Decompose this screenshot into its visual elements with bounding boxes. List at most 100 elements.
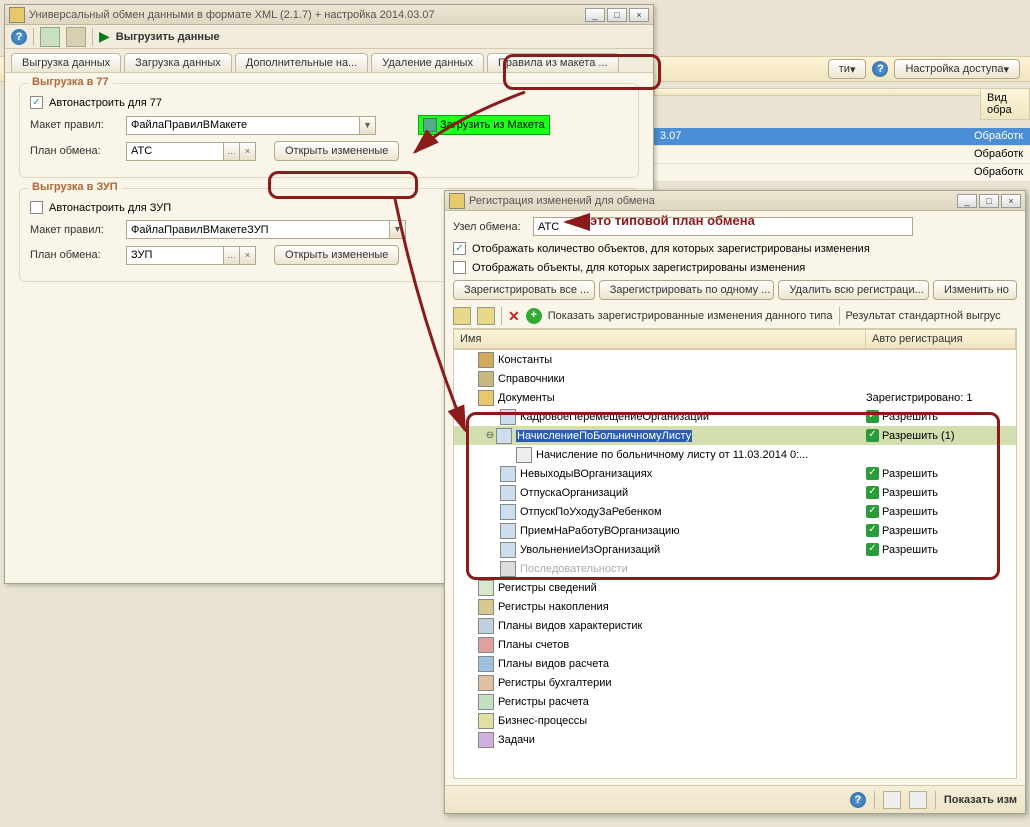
- tree-row[interactable]: Константы: [454, 350, 1016, 369]
- bg-col-header2: Вид обра: [980, 88, 1030, 120]
- minimize-button[interactable]: _: [585, 8, 605, 22]
- tree-row[interactable]: КадровоеПеремещениеОрганизаций✓Разрешить: [454, 407, 1016, 426]
- maket-select[interactable]: ФайлаПравилВМакетеЗУП: [126, 220, 390, 239]
- tab-import[interactable]: Загрузка данных: [124, 53, 232, 72]
- tree-row[interactable]: ДокументыЗарегистрировано: 1: [454, 388, 1016, 407]
- bg-row[interactable]: Обработк: [654, 164, 1030, 182]
- play-icon[interactable]: ▶: [99, 28, 110, 45]
- plan-input[interactable]: АТС: [126, 142, 224, 161]
- separator: [839, 307, 840, 325]
- tree-row[interactable]: Задачи: [454, 730, 1016, 749]
- tab-export[interactable]: Выгрузка данных: [11, 53, 121, 72]
- dropdown-icon[interactable]: ▼: [360, 116, 376, 135]
- minimize-button[interactable]: _: [957, 194, 977, 208]
- check-icon: ✓: [866, 429, 879, 442]
- collapse-icon[interactable]: ⊖: [484, 430, 496, 441]
- titlebar[interactable]: Регистрация изменений для обмена _ □ ×: [445, 191, 1025, 211]
- close-button[interactable]: ×: [629, 8, 649, 22]
- node-label: Узел обмена:: [453, 221, 527, 233]
- close-button[interactable]: ×: [1001, 194, 1021, 208]
- tree-row[interactable]: УвольнениеИзОрганизаций✓Разрешить: [454, 540, 1016, 559]
- register-all-button[interactable]: Зарегистрировать все ...: [453, 280, 595, 300]
- calc-reg-icon: [478, 694, 494, 710]
- tree-row[interactable]: Планы счетов: [454, 635, 1016, 654]
- tree-row[interactable]: Справочники: [454, 369, 1016, 388]
- tree-row[interactable]: ПриемНаРаботуВОрганизацию✓Разрешить: [454, 521, 1016, 540]
- titlebar[interactable]: Универсальный обмен данными в формате XM…: [5, 5, 653, 25]
- help-icon[interactable]: ?: [872, 61, 888, 77]
- check-icon: ✓: [866, 505, 879, 518]
- constants-icon: [478, 352, 494, 368]
- window-registration: Регистрация изменений для обмена _ □ × У…: [444, 190, 1026, 814]
- tree-row[interactable]: ОтпускаОрганизаций✓Разрешить: [454, 483, 1016, 502]
- tree[interactable]: Константы Справочники ДокументыЗарегистр…: [453, 349, 1017, 779]
- footer-icon[interactable]: [909, 791, 927, 809]
- dropdown-icon[interactable]: ▼: [390, 220, 406, 239]
- add-icon[interactable]: +: [526, 308, 542, 324]
- help-icon[interactable]: ?: [11, 29, 27, 45]
- toolbar-icon[interactable]: [40, 27, 60, 47]
- open-changed-button[interactable]: Открыть измененые: [274, 141, 399, 161]
- select-icon[interactable]: …: [224, 246, 240, 265]
- checkbox-auto77[interactable]: ✓: [30, 96, 43, 109]
- change-no-button[interactable]: Изменить но: [933, 280, 1017, 300]
- show-registered-link[interactable]: Показать зарегистрированные изменения да…: [548, 310, 833, 322]
- maximize-button[interactable]: □: [607, 8, 627, 22]
- toolbar2: ✕ + Показать зарегистрированные изменени…: [453, 304, 1017, 329]
- tree-row[interactable]: Бизнес-процессы: [454, 711, 1016, 730]
- tab-delete[interactable]: Удаление данных: [371, 53, 484, 72]
- load-from-maket-button[interactable]: Загрузить из Макета: [418, 115, 550, 135]
- seq-icon: [500, 561, 516, 577]
- check-icon: ✓: [866, 410, 879, 423]
- clear-icon[interactable]: ×: [240, 142, 256, 161]
- export-button[interactable]: Выгрузить данные: [116, 31, 220, 43]
- tree-row[interactable]: Планы видов расчета: [454, 654, 1016, 673]
- tree-row[interactable]: Последовательности: [454, 559, 1016, 578]
- tree-row[interactable]: ОтпускПоУходуЗаРебенком✓Разрешить: [454, 502, 1016, 521]
- open-changed-button[interactable]: Открыть измененые: [274, 245, 399, 265]
- result-link[interactable]: Результат стандартной выгрус: [846, 310, 1001, 322]
- maket-select[interactable]: ФайлаПравилВМакете: [126, 116, 360, 135]
- show-changes-button[interactable]: Показать изм: [944, 794, 1017, 806]
- tree-row[interactable]: Регистры бухгалтерии: [454, 673, 1016, 692]
- tree-row[interactable]: Регистры накопления: [454, 597, 1016, 616]
- tree-row[interactable]: Регистры расчета: [454, 692, 1016, 711]
- checkbox-show-objects[interactable]: [453, 261, 466, 274]
- tree-row[interactable]: Начисление по больничному листу от 11.03…: [454, 445, 1016, 464]
- select-icon[interactable]: …: [224, 142, 240, 161]
- access-settings-button[interactable]: Настройка доступа ▾: [894, 59, 1020, 79]
- delete-icon[interactable]: ✕: [508, 308, 520, 325]
- node-input[interactable]: АТС: [533, 217, 913, 236]
- doc-icon: [500, 485, 516, 501]
- tree-row-selected[interactable]: ⊖НачислениеПоБольничномуЛисту✓Разрешить …: [454, 426, 1016, 445]
- checkbox-show-count[interactable]: ✓: [453, 242, 466, 255]
- clear-icon[interactable]: ×: [240, 246, 256, 265]
- bg-row[interactable]: 3.07Обработк: [654, 128, 1030, 146]
- check-icon: ✓: [866, 543, 879, 556]
- maximize-button[interactable]: □: [979, 194, 999, 208]
- footer-icon[interactable]: [883, 791, 901, 809]
- process-icon: [478, 713, 494, 729]
- tree-row[interactable]: Регистры сведений: [454, 578, 1016, 597]
- checkbox-autozup[interactable]: [30, 201, 43, 214]
- tree-collapse-icon[interactable]: [477, 307, 495, 325]
- help-icon[interactable]: ?: [850, 792, 866, 808]
- check-icon: ✓: [866, 486, 879, 499]
- tab-additional[interactable]: Дополнительные на...: [235, 53, 369, 72]
- tab-rules[interactable]: Правила из макета ...: [487, 53, 619, 72]
- plan-input[interactable]: ЗУП: [126, 246, 224, 265]
- bg-row[interactable]: Обработк: [654, 146, 1030, 164]
- th-autoreg: Авто регистрация: [866, 330, 1016, 348]
- tree-expand-icon[interactable]: [453, 307, 471, 325]
- delete-all-button[interactable]: Удалить всю регистраци...: [778, 280, 929, 300]
- th-name: Имя: [454, 330, 866, 348]
- maket-label: Макет правил:: [30, 224, 120, 236]
- tree-row[interactable]: НевыходыВОрганизациях✓Разрешить: [454, 464, 1016, 483]
- toolbar-icon[interactable]: [66, 27, 86, 47]
- tree-row[interactable]: Планы видов характеристик: [454, 616, 1016, 635]
- folder-icon: [478, 390, 494, 406]
- separator: [874, 791, 875, 809]
- bg-btn[interactable]: ти ▾: [828, 59, 867, 79]
- doc-icon: [500, 466, 516, 482]
- register-one-button[interactable]: Зарегистрировать по одному ...: [599, 280, 775, 300]
